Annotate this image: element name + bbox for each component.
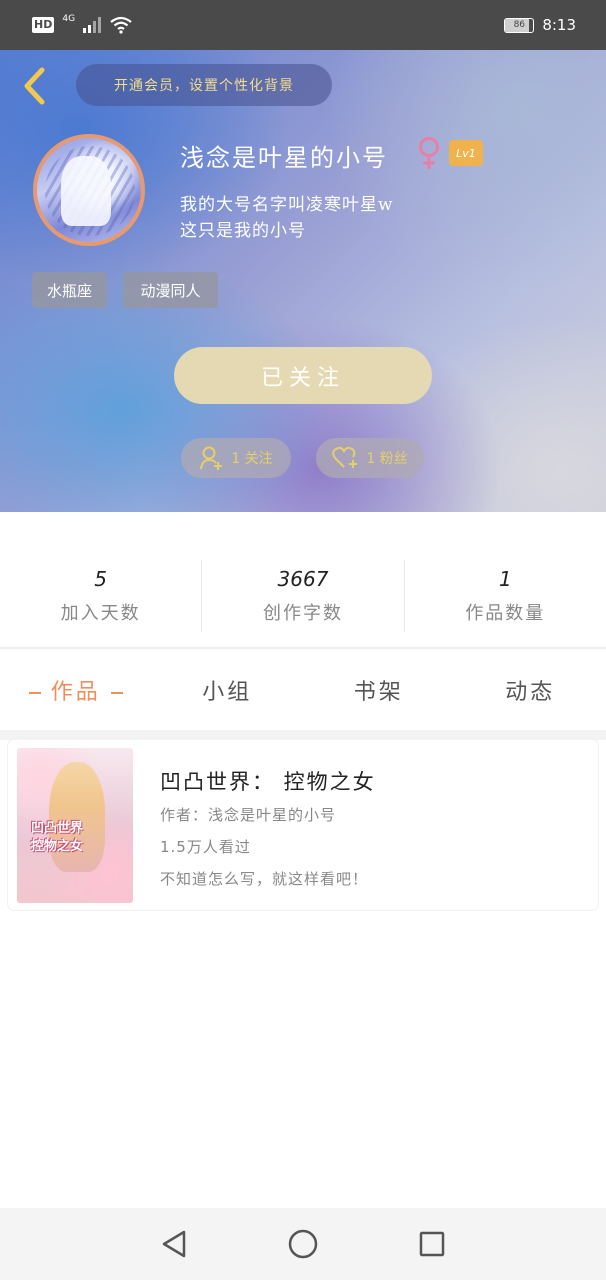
stat-label: 创作字数 [262, 603, 343, 624]
stat-value: 5 [94, 567, 108, 591]
stat-word-count: 3667 创作字数 [202, 560, 405, 632]
status-bar: HD 4G 86 8:13 [0, 0, 606, 50]
back-button[interactable] [14, 64, 54, 108]
fans-pill[interactable]: 1 粉丝 [316, 438, 424, 478]
follow-button[interactable]: 已关注 [174, 347, 432, 404]
signal-icon [83, 17, 102, 33]
nav-back-button[interactable] [154, 1224, 194, 1264]
fans-count: 1 粉丝 [366, 451, 408, 467]
chevron-left-icon [24, 67, 45, 105]
battery-level: 86 [513, 20, 526, 30]
triangle-back-icon [163, 1230, 186, 1258]
tab-works[interactable]: 作品 [0, 674, 152, 706]
network-label: 4G [62, 14, 76, 24]
stat-label: 加入天数 [60, 603, 141, 624]
tag-constellation[interactable]: 水瓶座 [32, 272, 107, 308]
content-background [0, 730, 606, 740]
battery-icon: 86 [504, 17, 535, 33]
stat-join-days: 5 加入天数 [0, 560, 203, 632]
heart-plus-icon [332, 446, 358, 468]
divider [0, 647, 606, 649]
tab-bar: 作品 小组 书架 动态 [0, 650, 606, 730]
level-badge: Lv1 [449, 140, 483, 166]
stat-works-count: 1 作品数量 [405, 560, 606, 632]
tab-groups[interactable]: 小组 [152, 674, 304, 706]
tag-category[interactable]: 动漫同人 [123, 272, 218, 308]
vip-banner[interactable]: 开通会员，设置个性化背景 [76, 64, 332, 106]
stat-value: 1 [498, 567, 512, 591]
work-description: 不知道怎么写，就这样看吧！ [160, 870, 369, 888]
cover-title: 凹凸世界 控物之女 [31, 821, 84, 854]
work-title[interactable]: 凹凸世界： 控物之女 [160, 766, 376, 796]
work-author: 作者：浅念是叶星的小号 [160, 806, 337, 824]
hd-badge: HD [32, 17, 55, 33]
nav-home-button[interactable] [283, 1224, 323, 1264]
work-views: 1.5万人看过 [160, 838, 251, 856]
work-cover-image[interactable]: 凹凸世界 控物之女 [17, 748, 133, 903]
clock: 8:13 [542, 16, 576, 34]
status-left: HD 4G [32, 14, 133, 34]
female-icon [419, 137, 439, 169]
tab-bookshelf[interactable]: 书架 [303, 674, 455, 706]
add-user-icon [200, 446, 223, 470]
stat-label: 作品数量 [465, 603, 546, 624]
system-nav-bar [0, 1208, 606, 1280]
user-bio: 我的大号名字叫凌寒叶星w 这只是我的小号 [180, 195, 394, 241]
following-pill[interactable]: 1 关注 [181, 438, 291, 478]
status-right: 86 8:13 [504, 16, 576, 34]
work-card[interactable]: 凹凸世界 控物之女 凹凸世界： 控物之女 作者：浅念是叶星的小号 1.5万人看过… [8, 740, 598, 910]
profile-header: 开通会员，设置个性化背景 浅念是叶星的小号 Lv1 我的大号名字叫凌寒叶星w 这… [0, 50, 606, 512]
wifi-icon [110, 16, 132, 34]
tab-activity[interactable]: 动态 [455, 674, 606, 706]
nav-recent-button[interactable] [412, 1224, 452, 1264]
stat-value: 3667 [277, 567, 329, 591]
stats-row: 5 加入天数 3667 创作字数 1 作品数量 [0, 560, 606, 632]
circle-home-icon [288, 1229, 318, 1259]
user-name: 浅念是叶星的小号 [180, 144, 388, 172]
following-count: 1 关注 [231, 451, 273, 467]
square-recent-icon [419, 1231, 444, 1257]
avatar[interactable] [33, 134, 145, 246]
